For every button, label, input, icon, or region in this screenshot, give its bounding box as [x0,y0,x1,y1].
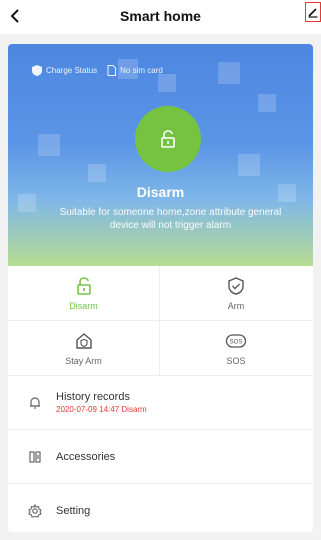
device-status: Charge Status No sim card [32,65,163,76]
unlock-icon [161,130,175,148]
mode-label: SOS [226,355,246,366]
edit-button[interactable] [305,2,321,22]
home-shield-icon [75,332,92,349]
shield-icon [32,65,42,76]
current-mode-title: Disarm [136,184,185,200]
gear-icon [28,504,42,518]
mode-arm-button[interactable]: Arm [160,266,312,321]
page-title: Smart home [120,8,201,24]
mode-label: Arm [227,300,245,311]
accessories-label: Accessories [56,450,116,463]
accessories-icon [29,450,41,463]
setting-label: Setting [56,505,91,517]
pencil-icon [308,8,318,18]
sim-card-icon [107,65,117,76]
mode-indicator [135,106,201,172]
status-hero: Charge Status No sim card Disarm Suitabl… [8,44,313,266]
history-latest-entry: 2020-07-09 14:47 Disarm [56,405,147,414]
history-records-label: History records [56,391,130,403]
mode-label: Disarm [69,300,98,311]
history-records-item[interactable]: History records 2020-07-09 14:47 Disarm [8,376,313,430]
setting-item[interactable]: Setting [8,484,313,532]
main-card: Charge Status No sim card Disarm Suitabl… [8,44,313,532]
shield-check-icon [228,276,244,295]
unlock-icon [76,276,91,295]
accessories-item[interactable]: Accessories [8,430,313,484]
menu-list: History records 2020-07-09 14:47 Disarm … [8,376,313,532]
sos-icon: SOS [225,333,247,348]
svg-text:SOS: SOS [230,339,243,345]
top-bar: Smart home [0,0,321,34]
charge-status-text: Charge Status [46,66,98,75]
mode-stay-arm-button[interactable]: Stay Arm [8,321,160,376]
mode-description: Suitable for someone home,zone attribute… [59,207,282,231]
sim-status-text: No sim card [120,66,163,75]
mode-grid: Disarm Arm Stay Arm SOS SOS [8,266,313,376]
bell-icon [30,396,40,409]
mode-sos-button[interactable]: SOS SOS [160,321,312,376]
mode-disarm-button[interactable]: Disarm [8,266,160,321]
mode-label: Stay Arm [65,355,102,366]
